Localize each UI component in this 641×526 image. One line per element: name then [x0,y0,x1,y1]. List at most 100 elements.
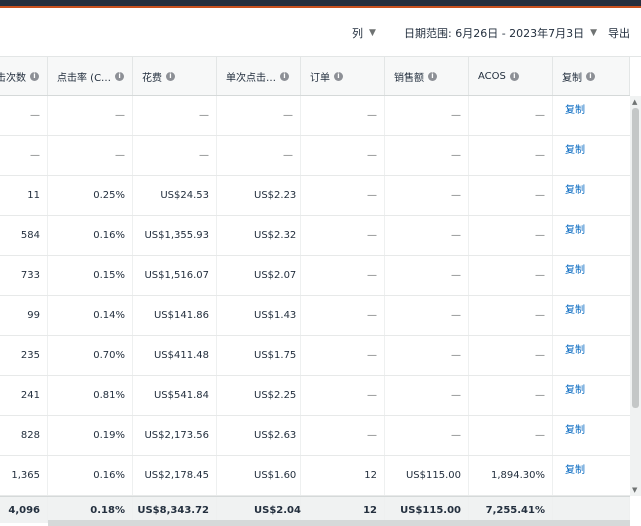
horizontal-scrollbar[interactable] [48,520,630,526]
table-body: — — — — — — — 复制 — — — — — — — 复制 11 0.2… [0,96,630,496]
cell-spend: US$2,178.45 [133,456,217,495]
table-row: — — — — — — — 复制 [0,96,630,136]
copy-link[interactable]: 复制 [553,216,630,240]
header-ctr-label: 点击率 (C… [57,72,112,84]
table-toolbar: 列 ▼ 日期范围: 6月26日 - 2023年7月3日 ▼ 导出 [0,8,641,57]
cell-clicks: 241 [0,376,48,415]
cell-orders: — [301,376,385,415]
info-icon[interactable]: i [166,71,175,81]
cell-sales: — [385,96,469,135]
copy-link[interactable]: 复制 [553,176,630,200]
cell-spend: US$411.48 [133,336,217,375]
table-row: — — — — — — — 复制 [0,136,630,176]
header-acos-label: ACOS [478,70,506,82]
cell-spend: US$1,516.07 [133,256,217,295]
cell-sales: — [385,376,469,415]
copy-link[interactable]: 复制 [553,456,630,480]
copy-link[interactable]: 复制 [553,256,630,280]
cell-orders: — [301,176,385,215]
copy-link[interactable]: 复制 [553,416,630,440]
cell-orders: — [301,136,385,175]
copy-link[interactable]: 复制 [553,336,630,360]
cell-spend: US$541.84 [133,376,217,415]
cell-sales: — [385,216,469,255]
scroll-up-icon[interactable]: ▲ [632,98,637,106]
header-spend[interactable]: 花费 i [133,57,217,95]
cell-ctr: 0.14% [48,296,133,335]
cell-ctr: 0.19% [48,416,133,455]
copy-link[interactable]: 复制 [553,96,630,120]
header-orders[interactable]: 订单 i [301,57,385,95]
top-nav-bar [0,0,641,8]
header-copy[interactable]: 复制 i [553,57,630,95]
cell-cpc: US$2.63 [217,416,301,455]
cell-spend: — [133,96,217,135]
cell-acos: — [469,136,553,175]
cell-cpc: US$2.32 [217,216,301,255]
header-clicks[interactable]: 点击次数 i [0,57,48,95]
cell-sales: — [385,136,469,175]
cell-cpc: US$2.07 [217,256,301,295]
info-icon[interactable]: i [30,71,39,81]
cell-ctr: — [48,136,133,175]
cell-acos: — [469,176,553,215]
header-ctr[interactable]: 点击率 (C… i [48,57,133,95]
cell-acos: — [469,256,553,295]
copy-link[interactable]: 复制 [553,376,630,400]
cell-cpc: US$2.23 [217,176,301,215]
info-icon[interactable]: i [509,71,519,81]
chevron-down-icon: ▼ [590,28,598,38]
cell-clicks: 11 [0,176,48,215]
table-row: 733 0.15% US$1,516.07 US$2.07 — — — 复制 [0,256,630,296]
cell-spend: — [133,136,217,175]
cell-clicks: 1,365 [0,456,48,495]
date-range-picker[interactable]: 日期范围: 6月26日 - 2023年7月3日 ▼ [404,25,597,41]
header-cpc[interactable]: 单次点击… i [217,57,301,95]
cell-spend: US$24.53 [133,176,217,215]
cell-cpc: US$2.25 [217,376,301,415]
table-row: 828 0.19% US$2,173.56 US$2.63 — — — 复制 [0,416,630,456]
header-sales[interactable]: 销售额 i [385,57,469,95]
cell-orders: — [301,336,385,375]
cell-orders: — [301,296,385,335]
info-icon[interactable]: i [280,71,289,81]
header-spend-label: 花费 [142,72,162,84]
cell-orders: 12 [301,456,385,495]
cell-acos: — [469,296,553,335]
scrollbar-thumb[interactable] [632,108,639,408]
vertical-scrollbar[interactable]: ▲ ▼ [630,96,641,496]
chevron-down-icon: ▼ [369,28,376,38]
copy-link[interactable]: 复制 [553,136,630,160]
scroll-down-icon[interactable]: ▼ [632,486,637,494]
export-button[interactable]: 导出 [608,25,630,41]
info-icon[interactable]: i [115,71,125,81]
table-row: 584 0.16% US$1,355.93 US$2.32 — — — 复制 [0,216,630,256]
cell-ctr: — [48,96,133,135]
table-row: 1,365 0.16% US$2,178.45 US$1.60 12 US$11… [0,456,630,496]
cell-clicks: 235 [0,336,48,375]
cell-orders: — [301,256,385,295]
header-copy-label: 复制 [562,72,582,84]
cell-clicks: — [0,136,48,175]
cell-cpc: US$1.43 [217,296,301,335]
cell-ctr: 0.25% [48,176,133,215]
header-sales-label: 销售额 [394,72,424,84]
cell-cpc: — [217,96,301,135]
cell-clicks: 733 [0,256,48,295]
copy-link[interactable]: 复制 [553,296,630,320]
total-clicks: 4,096 [0,497,48,523]
header-clicks-label: 点击次数 [0,72,26,84]
info-icon[interactable]: i [334,71,343,81]
cell-sales: — [385,296,469,335]
cell-sales: — [385,176,469,215]
info-icon[interactable]: i [428,71,437,81]
header-acos[interactable]: ACOS i [469,57,553,95]
columns-dropdown[interactable]: 列 ▼ [352,25,376,41]
header-cpc-label: 单次点击… [226,72,276,84]
cell-ctr: 0.81% [48,376,133,415]
info-icon[interactable]: i [586,71,595,81]
export-label: 导出 [608,27,630,40]
table-header: 点击次数i 点击率 (C…i 花费i 单次点击…i 订单i 销售额i ACOSi… [0,57,630,96]
table-row: 241 0.81% US$541.84 US$2.25 — — — 复制 [0,376,630,416]
cell-clicks: 99 [0,296,48,335]
